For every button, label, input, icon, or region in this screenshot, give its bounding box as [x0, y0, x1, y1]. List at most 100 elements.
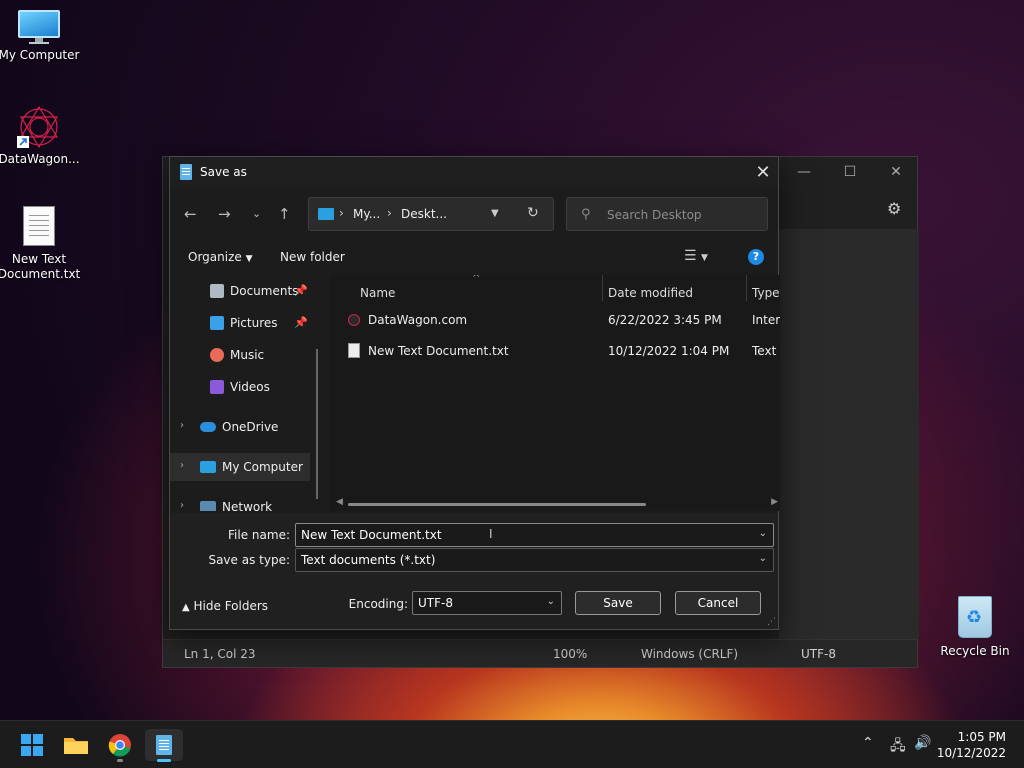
- internet-shortcut-icon: [348, 314, 360, 326]
- nav-item-onedrive[interactable]: › OneDrive: [170, 413, 310, 441]
- notepad-editor-area[interactable]: [779, 229, 919, 639]
- monitor-icon: [18, 10, 60, 44]
- file-name: DataWagon.com: [368, 313, 468, 327]
- file-type: Text D: [752, 344, 780, 358]
- chevron-up-icon: ▲: [182, 602, 190, 613]
- save-as-type-label: Save as type:: [208, 553, 290, 567]
- nav-item-documents[interactable]: Documents 📌: [170, 277, 310, 305]
- file-row[interactable]: DataWagon.com 6/22/2022 3:45 PM Intern: [330, 307, 780, 333]
- file-name-input[interactable]: New Text Document.txt I ⌄: [295, 523, 774, 547]
- chevron-down-icon[interactable]: ⌄: [759, 528, 767, 539]
- minimize-icon[interactable]: —: [781, 157, 827, 187]
- organize-button[interactable]: Organize ▼: [188, 250, 253, 264]
- notepad-status-bar: Ln 1, Col 23 100% Windows (CRLF) UTF-8: [163, 639, 917, 667]
- sort-ascending-icon: ^: [472, 275, 481, 284]
- file-explorer-button[interactable]: [60, 729, 92, 761]
- save-button[interactable]: Save: [575, 591, 661, 615]
- desktop-icon-recycle-bin[interactable]: Recycle Bin: [940, 596, 1010, 658]
- desktop-icon-label: My Computer: [0, 48, 80, 62]
- file-row[interactable]: New Text Document.txt 10/12/2022 1:04 PM…: [330, 338, 780, 364]
- system-clock[interactable]: 1:05 PM 10/12/2022: [937, 729, 1006, 761]
- nav-item-label: Documents: [230, 284, 299, 298]
- nav-item-my-computer[interactable]: › My Computer: [170, 453, 310, 481]
- volume-icon[interactable]: 🔊: [914, 735, 931, 751]
- breadcrumb-my-computer[interactable]: My...: [353, 207, 380, 221]
- documents-icon: [210, 284, 224, 298]
- up-arrow-icon[interactable]: ↑: [278, 205, 291, 223]
- scroll-left-icon[interactable]: ◀: [336, 497, 343, 507]
- notepad-taskbar-button[interactable]: [145, 729, 183, 762]
- nav-item-network[interactable]: › Network: [170, 493, 310, 511]
- nav-item-videos[interactable]: Videos: [170, 373, 310, 401]
- close-icon[interactable]: ✕: [748, 157, 778, 187]
- expand-chevron-icon[interactable]: ›: [180, 420, 184, 431]
- desktop-icon-my-computer[interactable]: My Computer: [0, 10, 81, 63]
- search-input[interactable]: ⚲ Search Desktop: [566, 197, 768, 231]
- search-placeholder: Search Desktop: [607, 208, 702, 222]
- column-header-type[interactable]: Type: [752, 286, 780, 300]
- encoding-select[interactable]: UTF-8 ⌄: [412, 591, 562, 615]
- back-arrow-icon[interactable]: ←: [184, 205, 197, 223]
- encoding-value: UTF-8: [418, 596, 453, 610]
- desktop-icon-datawagon[interactable]: DataWagon...: [0, 104, 81, 167]
- nav-item-label: Pictures: [230, 316, 278, 330]
- list-view-icon: ☰: [684, 248, 697, 264]
- chrome-button[interactable]: [104, 729, 136, 762]
- nav-item-music[interactable]: Music: [170, 341, 310, 369]
- file-date: 10/12/2022 1:04 PM: [608, 344, 730, 358]
- folder-icon: [64, 738, 88, 754]
- close-icon[interactable]: ✕: [873, 157, 919, 187]
- refresh-icon[interactable]: ↻: [527, 205, 539, 221]
- new-folder-button[interactable]: New folder: [280, 250, 345, 264]
- help-icon[interactable]: ?: [748, 249, 764, 265]
- column-header-date-modified[interactable]: Date modified: [608, 286, 693, 300]
- hide-folders-label: Hide Folders: [193, 599, 269, 613]
- save-as-type-value: Text documents (*.txt): [301, 553, 436, 567]
- network-status-icon[interactable]: 🖧: [890, 735, 906, 759]
- expand-chevron-icon[interactable]: ›: [180, 460, 184, 471]
- search-icon: ⚲: [581, 207, 591, 222]
- organize-label: Organize: [188, 250, 242, 264]
- clock-date: 10/12/2022: [936, 746, 1006, 760]
- taskbar: ⌃ 🖧 🔊 1:05 PM 10/12/2022: [0, 720, 1024, 768]
- resize-grip-icon[interactable]: ⋰: [767, 617, 776, 627]
- save-as-type-select[interactable]: Text documents (*.txt) ⌄: [295, 548, 774, 572]
- recent-locations-chevron-icon[interactable]: ⌄: [252, 207, 261, 220]
- address-bar[interactable]: › My... › Deskt... ▼ ↻: [308, 197, 554, 231]
- nav-item-pictures[interactable]: Pictures 📌: [170, 309, 310, 337]
- gear-icon[interactable]: ⚙: [887, 199, 901, 218]
- desktop-icon-label: DataWagon...: [0, 152, 80, 166]
- column-separator: [746, 275, 747, 301]
- show-hidden-icons-chevron-icon[interactable]: ⌃: [862, 735, 874, 751]
- forward-arrow-icon[interactable]: →: [218, 205, 231, 223]
- nav-item-label: My Computer: [222, 460, 303, 474]
- maximize-icon[interactable]: ☐: [827, 157, 873, 187]
- text-file-icon: [348, 343, 360, 358]
- scroll-thumb[interactable]: [348, 503, 646, 506]
- breadcrumb-desktop[interactable]: Deskt...: [401, 207, 447, 221]
- dialog-titlebar[interactable]: Save as ✕: [170, 157, 778, 187]
- address-dropdown-icon[interactable]: ▼: [491, 208, 499, 219]
- cancel-button[interactable]: Cancel: [675, 591, 761, 615]
- desktop-icon-label: Recycle Bin: [940, 644, 1010, 658]
- view-options-button[interactable]: ☰ ▼: [684, 248, 708, 264]
- nav-item-label: OneDrive: [222, 420, 279, 434]
- save-as-dialog: Save as ✕ ← → ⌄ ↑ › My... › Deskt... ▼ ↻…: [169, 156, 780, 630]
- file-name-value: New Text Document.txt: [301, 528, 442, 542]
- horizontal-scrollbar[interactable]: ◀ ▶: [336, 497, 780, 509]
- chevron-down-icon: ▼: [245, 254, 253, 264]
- computer-icon: [200, 461, 216, 473]
- status-position: Ln 1, Col 23: [184, 647, 256, 661]
- status-zoom: 100%: [553, 647, 588, 661]
- expand-chevron-icon[interactable]: ›: [180, 500, 184, 511]
- desktop-icon-label: New Text Document.txt: [0, 252, 81, 281]
- desktop-icon-new-text-document[interactable]: New Text Document.txt: [0, 206, 81, 282]
- file-name-label: File name:: [228, 528, 290, 542]
- hide-folders-button[interactable]: ▲ Hide Folders: [182, 599, 268, 613]
- column-header-name[interactable]: Name: [360, 286, 395, 300]
- start-button[interactable]: [16, 729, 48, 761]
- command-bar: Organize ▼ New folder ☰ ▼ ?: [170, 245, 778, 271]
- nav-scrollbar[interactable]: [316, 349, 318, 499]
- windows-logo-icon: [21, 734, 43, 756]
- scroll-right-icon[interactable]: ▶: [771, 497, 778, 507]
